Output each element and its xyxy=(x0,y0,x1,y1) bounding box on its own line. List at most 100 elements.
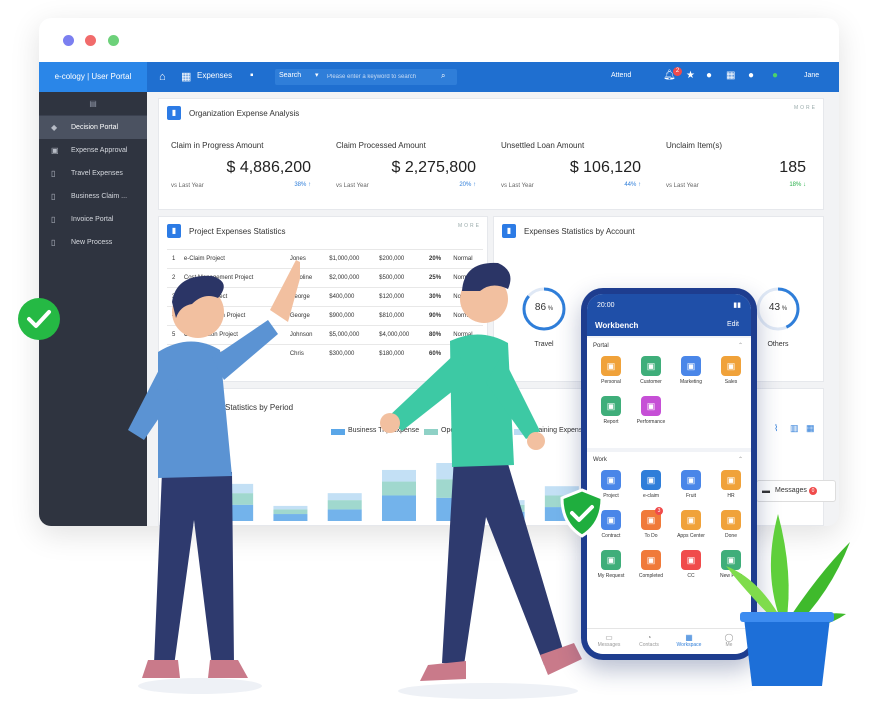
org-expense-panel: ▮ Organization Expense Analysis MORE Cla… xyxy=(158,98,824,210)
app-tile[interactable]: ▣ HR xyxy=(713,470,749,499)
notification-badge: 2 xyxy=(673,67,682,76)
nav-messages[interactable]: ▭ Messages xyxy=(591,633,627,648)
stat-value: 185 xyxy=(779,159,806,176)
app-tile[interactable]: ▣ Customer xyxy=(633,356,669,385)
app-tile[interactable]: ▣ Report xyxy=(593,396,629,425)
bar-business-trip-expense-2 xyxy=(327,509,362,521)
window-control-dot[interactable] xyxy=(108,35,119,46)
plant-illustration xyxy=(726,514,850,686)
brand-title[interactable]: e-cology | User Portal xyxy=(39,62,147,92)
app-tile[interactable]: ▣ Completed xyxy=(633,550,669,579)
app-tile[interactable]: ▣ Personal xyxy=(593,356,629,385)
sidebar-item-label: Expense Approval xyxy=(71,147,128,154)
sidebar-collapse-icon[interactable]: ▤ xyxy=(39,92,147,116)
project-budget: $400,000 xyxy=(324,287,375,307)
sidebar-item-business-claim[interactable]: ▯ Business Claim ... xyxy=(39,185,147,208)
app-tile[interactable]: ▣ e-claim xyxy=(633,470,669,499)
panel-tools[interactable]: MORE xyxy=(794,105,817,111)
nav-workspace[interactable]: ▦ Workspace xyxy=(671,633,707,648)
phone-title: Workbench xyxy=(595,321,639,330)
sidebar-item-label: Invoice Portal xyxy=(71,216,114,223)
window-control-dot[interactable] xyxy=(85,35,96,46)
app-tile[interactable]: ▣ Sales xyxy=(713,356,749,385)
nav-contacts[interactable]: ◔ Contacts xyxy=(631,633,667,648)
performance-icon: ▣ xyxy=(641,396,661,416)
customer-icon: ▣ xyxy=(641,356,661,376)
battery-icon: ▮▮ xyxy=(733,302,741,309)
sidebar-item-decision-portal[interactable]: ◆ Decision Portal xyxy=(39,116,147,139)
search-input[interactable] xyxy=(327,70,439,84)
window-control-dot[interactable] xyxy=(63,35,74,46)
app-tile[interactable]: ▣ Marketing xyxy=(673,356,709,385)
app-label: My Request xyxy=(597,573,625,579)
stat-change: 20% ↑ xyxy=(459,182,476,188)
stat-card[interactable]: Unsettled Loan Amount $ 106,120 vs Last … xyxy=(493,135,649,193)
chat-icon: ▭ xyxy=(605,633,613,642)
gauge-label: Others xyxy=(767,341,789,348)
legend-swatch xyxy=(331,429,345,435)
search-scope-label[interactable]: Search xyxy=(279,72,301,79)
hr-icon: ▣ xyxy=(721,470,741,490)
stat-label: Claim in Progress Amount xyxy=(171,141,264,150)
apps-icon[interactable]: ▪ xyxy=(250,70,254,81)
workspace-icon: ▦ xyxy=(685,633,693,642)
person-icon: ▣ xyxy=(601,356,621,376)
stat-card[interactable]: Unclaim Item(s) 185 vs Last Year 18% ↓ xyxy=(658,135,814,193)
line-chart-icon[interactable]: ⌇ xyxy=(774,423,778,434)
edit-button[interactable]: Edit xyxy=(727,321,739,328)
widgets-icon[interactable]: ▦ xyxy=(726,70,735,82)
search-icon[interactable]: ⌕ xyxy=(441,71,445,81)
chevron-up-icon[interactable]: ⌃ xyxy=(738,342,743,349)
app-label: Fruit xyxy=(686,493,696,499)
stat-card[interactable]: Claim Processed Amount $ 2,275,800 vs La… xyxy=(328,135,484,193)
chevron-down-icon[interactable]: ▾ xyxy=(315,71,319,79)
module-title[interactable]: Expenses xyxy=(197,71,232,80)
app-label: Performance xyxy=(636,419,666,425)
star-icon[interactable]: ★ xyxy=(686,70,695,82)
bar-chart-icon[interactable]: ▥ xyxy=(790,423,799,434)
document-icon: ▯ xyxy=(51,169,56,178)
app-label: Personal xyxy=(601,379,621,385)
app-badge: 3 xyxy=(655,507,663,515)
home-icon[interactable]: ⌂ xyxy=(159,70,166,84)
stat-change: 44% ↑ xyxy=(624,182,641,188)
chat-icon[interactable]: ● xyxy=(748,70,754,82)
section-title: Work xyxy=(593,457,607,463)
app-tile[interactable]: ▣ 3 To Do xyxy=(633,507,669,539)
stat-change: 38% ↑ xyxy=(294,182,311,188)
stat-label: Unsettled Loan Amount xyxy=(501,141,585,150)
user-name[interactable]: Jane xyxy=(804,72,819,79)
chevron-up-icon[interactable]: ⌃ xyxy=(738,456,743,463)
contract-icon: ▣ xyxy=(601,510,621,530)
avatar[interactable]: ● xyxy=(772,70,778,82)
contacts-icon: ◔ xyxy=(646,633,652,642)
app-tile[interactable]: ▣ My Request xyxy=(593,550,629,579)
sidebar-item-invoice-portal[interactable]: ▯ Invoice Portal xyxy=(39,208,147,231)
panel-tools[interactable]: MORE xyxy=(458,223,481,229)
project-budget: $5,000,000 xyxy=(324,325,375,345)
sidebar-item-expense-approval[interactable]: ▣ Expense Approval xyxy=(39,139,147,162)
grid-view-icon[interactable]: ▦ xyxy=(806,423,815,434)
app-tile[interactable]: ▣ Fruit xyxy=(673,470,709,499)
section-title: Portal xyxy=(593,343,609,349)
messages-badge: 0 xyxy=(809,487,817,495)
cube-icon: ◆ xyxy=(51,123,58,132)
m-circle-icon[interactable]: ● xyxy=(706,70,712,82)
project-budget: $1,000,000 xyxy=(324,249,375,269)
fruit-icon: ▣ xyxy=(681,470,701,490)
document-icon: ▯ xyxy=(51,215,56,224)
sidebar-item-travel-expenses[interactable]: ▯ Travel Expenses xyxy=(39,162,147,185)
stat-card[interactable]: Claim in Progress Amount $ 4,886,200 vs … xyxy=(163,135,319,193)
app-tile[interactable]: ▣ Apps Center xyxy=(673,510,709,539)
project-budget: $2,000,000 xyxy=(324,268,375,288)
app-label: Report xyxy=(603,419,619,425)
app-tile[interactable]: ▣ CC xyxy=(673,550,709,579)
app-label: Apps Center xyxy=(677,533,705,539)
bar-chart-icon: ▮ xyxy=(167,106,181,120)
messages-button[interactable]: ▬ Messages 0 xyxy=(756,480,836,502)
app-tile[interactable]: ▣ Performance xyxy=(633,396,669,425)
grid-menu-icon[interactable]: ▦ xyxy=(181,70,191,84)
panel-title: Expenses Statistics by Account xyxy=(524,227,635,236)
project-budget: $900,000 xyxy=(324,306,375,326)
attend-button[interactable]: Attend xyxy=(611,72,631,79)
